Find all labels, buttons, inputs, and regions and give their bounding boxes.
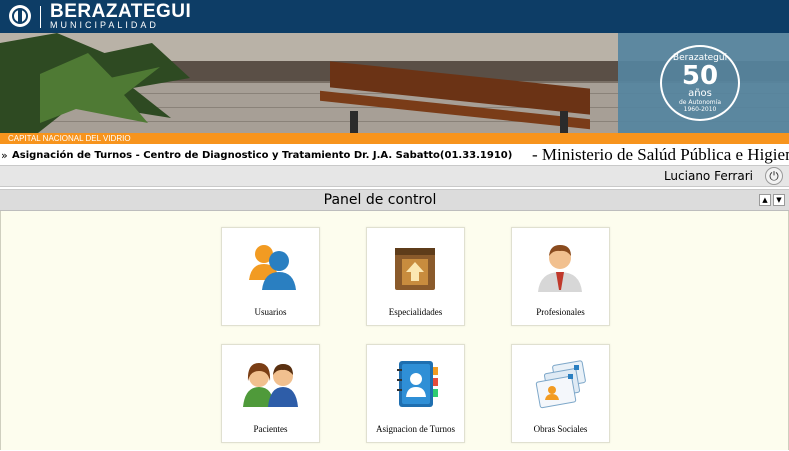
tile-label: Profesionales (536, 307, 585, 317)
power-icon: ⏻ (769, 169, 779, 183)
user-name: Luciano Ferrari (663, 169, 753, 183)
top-header: BERAZATEGUI MUNICIPALIDAD (0, 0, 789, 33)
box-icon (395, 248, 435, 290)
banner-strip: CAPITAL NACIONAL DEL VIDRIO (0, 133, 789, 144)
brand-separator (40, 6, 41, 28)
tile-label: Especialidades (388, 307, 443, 317)
app-title: Asignación de Turnos - Centro de Diagnos… (12, 150, 513, 161)
control-panel: Usuarios Especialidades Profesionales Pa… (0, 211, 789, 450)
breadcrumb-arrow-icon: » (1, 149, 8, 162)
anniversary-badge: Berazategui 50 años de Autonomía 1960-20… (660, 45, 740, 121)
municipal-seal-icon (9, 5, 31, 27)
logout-button[interactable]: ⏻ (765, 167, 783, 185)
patients-icon (243, 363, 298, 407)
ministry-name: - Ministerio de Salúd Pública e Higiene (532, 145, 789, 164)
panel-collapse-up-button[interactable]: ▲ (759, 194, 771, 206)
tile-especialidades[interactable]: Especialidades (366, 227, 465, 326)
user-bar: Luciano Ferrari ⏻ (0, 165, 789, 187)
tile-pacientes[interactable]: Pacientes (221, 344, 320, 443)
tile-label: Obras Sociales (533, 424, 588, 434)
panel-collapse-down-button[interactable]: ▼ (773, 194, 785, 206)
header-banner-image: Berazategui 50 años de Autonomía 1960-20… (0, 33, 789, 133)
brand-subtitle: MUNICIPALIDAD (50, 20, 159, 30)
banner-strip-text: CAPITAL NACIONAL DEL VIDRIO (8, 134, 131, 143)
tile-obras-sociales[interactable]: Obras Sociales (511, 344, 610, 443)
panel-title: Panel de control (323, 192, 437, 208)
cards-icon (535, 360, 586, 409)
tile-asignacion-de-turnos[interactable]: Asignacion de Turnos (366, 344, 465, 443)
address-book-icon (397, 361, 438, 407)
users-icon (249, 245, 296, 290)
tile-label: Asignacion de Turnos (375, 424, 455, 434)
panel-header: Panel de control ▲ ▼ (0, 189, 789, 211)
tile-usuarios[interactable]: Usuarios (221, 227, 320, 326)
tile-label: Usuarios (254, 307, 287, 317)
professional-icon (538, 245, 582, 292)
tile-profesionales[interactable]: Profesionales (511, 227, 610, 326)
tile-label: Pacientes (253, 424, 288, 434)
app-title-bar: » Asignación de Turnos - Centro de Diagn… (0, 145, 789, 165)
